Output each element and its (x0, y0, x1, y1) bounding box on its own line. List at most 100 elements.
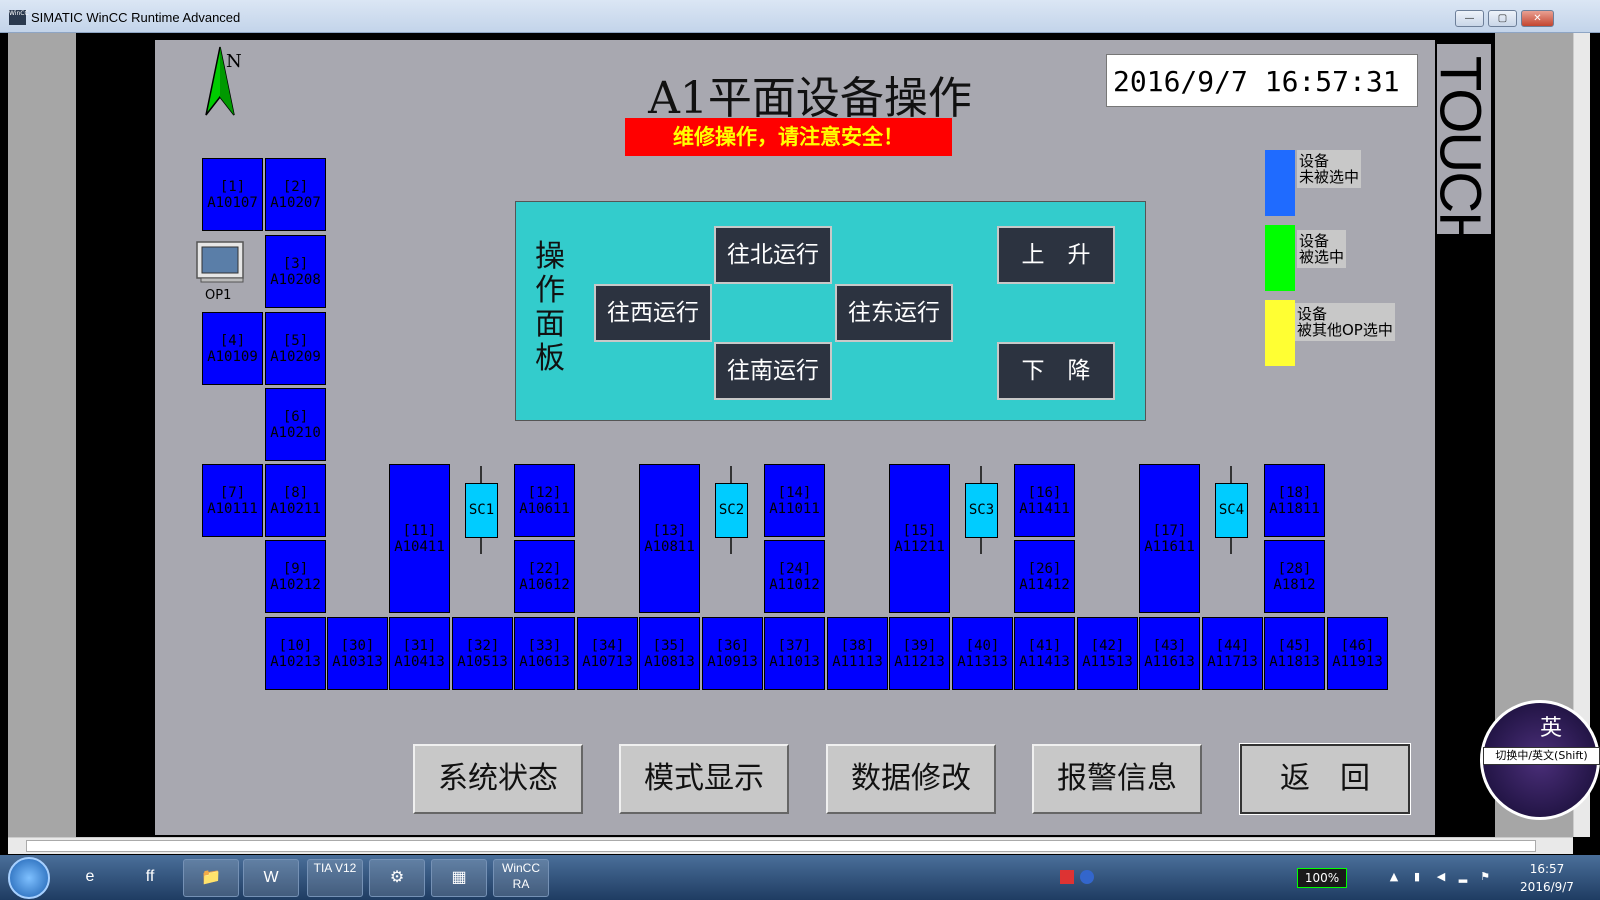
tool-icon[interactable]: ⚙ (369, 859, 425, 897)
maximize-button[interactable]: ▢ (1488, 10, 1517, 27)
flag-icon[interactable]: ⚑ (1478, 870, 1492, 884)
device-tile-31[interactable]: [31] A10413 (389, 617, 450, 690)
clock-time[interactable]: 16:57 (1522, 862, 1572, 876)
move-west-button[interactable]: 往西运行 (594, 284, 712, 342)
device-tile-30[interactable]: [30] A10313 (327, 617, 388, 690)
move-north-button[interactable]: 往北运行 (714, 226, 832, 284)
sogou-icon[interactable] (1060, 870, 1074, 884)
wincc-app-icon: WinCC (9, 10, 29, 25)
close-button[interactable]: ✕ (1521, 10, 1554, 27)
word-icon[interactable]: W (243, 859, 299, 897)
ie-icon[interactable]: e (62, 859, 118, 897)
device-tile-26[interactable]: [26] A11412 (1014, 540, 1075, 613)
device-tile-33[interactable]: [33] A10613 (514, 617, 575, 690)
clock-date[interactable]: 2016/9/7 (1512, 880, 1582, 894)
device-tile-28[interactable]: [28] A1812 (1264, 540, 1325, 613)
device-tile-32[interactable]: [32] A10513 (452, 617, 513, 690)
north-label: N (226, 51, 242, 72)
device-tile-3[interactable]: [3] A10208 (265, 235, 326, 308)
device-tile-43[interactable]: [43] A11613 (1139, 617, 1200, 690)
device-tile-24[interactable]: [24] A11012 (764, 540, 825, 613)
device-tile-16[interactable]: [16] A11411 (1014, 464, 1075, 537)
stacker-crane-sc1[interactable]: SC1 (465, 483, 498, 538)
device-tile-22[interactable]: [22] A10612 (514, 540, 575, 613)
legend-label-selected: 设备 被选中 (1297, 230, 1347, 268)
left-margin (8, 33, 76, 837)
horizontal-scrollbar[interactable] (8, 837, 1573, 854)
move-east-button[interactable]: 往东运行 (835, 284, 953, 342)
safety-warning-banner: 维修操作，请注意安全！ (625, 118, 952, 156)
device-tile-11[interactable]: [11] A10411 (389, 464, 450, 613)
window-title: SIMATIC WinCC Runtime Advanced (31, 10, 241, 25)
device-tile-36[interactable]: [36] A10913 (702, 617, 763, 690)
page-title: A1平面设备操作 (648, 73, 972, 124)
device-tile-8[interactable]: [8] A10211 (265, 464, 326, 537)
device-tile-14[interactable]: [14] A11011 (764, 464, 825, 537)
lift-up-button[interactable]: 上 升 (997, 226, 1115, 284)
hmi-screen (155, 40, 1435, 835)
mode-display-button[interactable]: 模式显示 (619, 744, 789, 814)
move-south-button[interactable]: 往南运行 (714, 342, 832, 400)
device-tile-2[interactable]: [2] A10207 (265, 158, 326, 231)
device-tile-15[interactable]: [15] A11211 (889, 464, 950, 613)
touch-label: TOUCH (1427, 55, 1493, 252)
device-tile-9[interactable]: [9] A10212 (265, 540, 326, 613)
monitor-icon (196, 241, 244, 283)
minimize-button[interactable]: — (1455, 10, 1484, 27)
datetime-display: 2016/9/7 16:57:31 (1106, 54, 1418, 107)
device-tile-40[interactable]: [40] A11313 (952, 617, 1013, 690)
stacker-crane-sc4[interactable]: SC4 (1215, 483, 1248, 538)
control-panel-label: 操作面板 (535, 239, 565, 376)
simulator-icon[interactable]: ▦ (431, 859, 487, 897)
volume-icon[interactable]: ◀ (1434, 870, 1448, 884)
alarm-info-button[interactable]: 报警信息 (1032, 744, 1202, 814)
signal-icon[interactable]: ▂ (1456, 870, 1470, 884)
device-tile-37[interactable]: [37] A11013 (764, 617, 825, 690)
wincc-runtime-icon[interactable]: WinCC RA (493, 859, 549, 897)
ime-tooltip: 切换中/英文(Shift) (1483, 747, 1600, 765)
tray-expand-icon[interactable]: ▲ (1387, 870, 1401, 884)
scroll-thumb[interactable] (26, 840, 1536, 852)
legend-swatch-unselected (1265, 150, 1295, 216)
device-tile-7[interactable]: [7] A10111 (202, 464, 263, 537)
taskbar (0, 855, 1600, 900)
firefox-icon[interactable]: ff (122, 859, 178, 897)
stacker-crane-sc2[interactable]: SC2 (715, 483, 748, 538)
device-tile-41[interactable]: [41] A11413 (1014, 617, 1075, 690)
device-tile-34[interactable]: [34] A10713 (577, 617, 638, 690)
device-tile-12[interactable]: [12] A10611 (514, 464, 575, 537)
help-icon[interactable] (1080, 870, 1094, 884)
device-tile-44[interactable]: [44] A11713 (1202, 617, 1263, 690)
lift-down-button[interactable]: 下 降 (997, 342, 1115, 400)
tia-portal-icon[interactable]: TIA V12 (307, 859, 363, 897)
device-tile-1[interactable]: [1] A10107 (202, 158, 263, 231)
legend-swatch-other-op (1265, 300, 1295, 366)
legend-label-unselected: 设备 未被选中 (1297, 150, 1362, 188)
device-tile-45[interactable]: [45] A11813 (1264, 617, 1325, 690)
device-tile-46[interactable]: [46] A11913 (1327, 617, 1388, 690)
ime-mode-label: 英 (1540, 716, 1563, 741)
system-status-button[interactable]: 系统状态 (413, 744, 583, 814)
start-button-icon[interactable] (8, 857, 50, 899)
device-tile-38[interactable]: [38] A11113 (827, 617, 888, 690)
device-tile-17[interactable]: [17] A11611 (1139, 464, 1200, 613)
device-tile-5[interactable]: [5] A10209 (265, 312, 326, 385)
return-button[interactable]: 返 回 (1239, 743, 1411, 815)
device-tile-18[interactable]: [18] A11811 (1264, 464, 1325, 537)
stacker-crane-sc3[interactable]: SC3 (965, 483, 998, 538)
device-tile-6[interactable]: [6] A10210 (265, 388, 326, 461)
device-tile-4[interactable]: [4] A10109 (202, 312, 263, 385)
network-icon[interactable]: ▮ (1410, 870, 1424, 884)
battery-indicator[interactable]: 100% (1297, 868, 1347, 888)
device-tile-10[interactable]: [10] A10213 (265, 617, 326, 690)
device-tile-39[interactable]: [39] A11213 (889, 617, 950, 690)
legend-label-other-op: 设备 被其他OP选中 (1295, 303, 1395, 341)
op1-label: OP1 (205, 288, 232, 303)
device-tile-42[interactable]: [42] A11513 (1077, 617, 1138, 690)
legend-swatch-selected (1265, 225, 1295, 291)
data-modify-button[interactable]: 数据修改 (826, 744, 996, 814)
explorer-icon[interactable]: 📁 (183, 859, 239, 897)
device-tile-35[interactable]: [35] A10813 (639, 617, 700, 690)
device-tile-13[interactable]: [13] A10811 (639, 464, 700, 613)
north-arrow-icon: N (205, 46, 242, 116)
